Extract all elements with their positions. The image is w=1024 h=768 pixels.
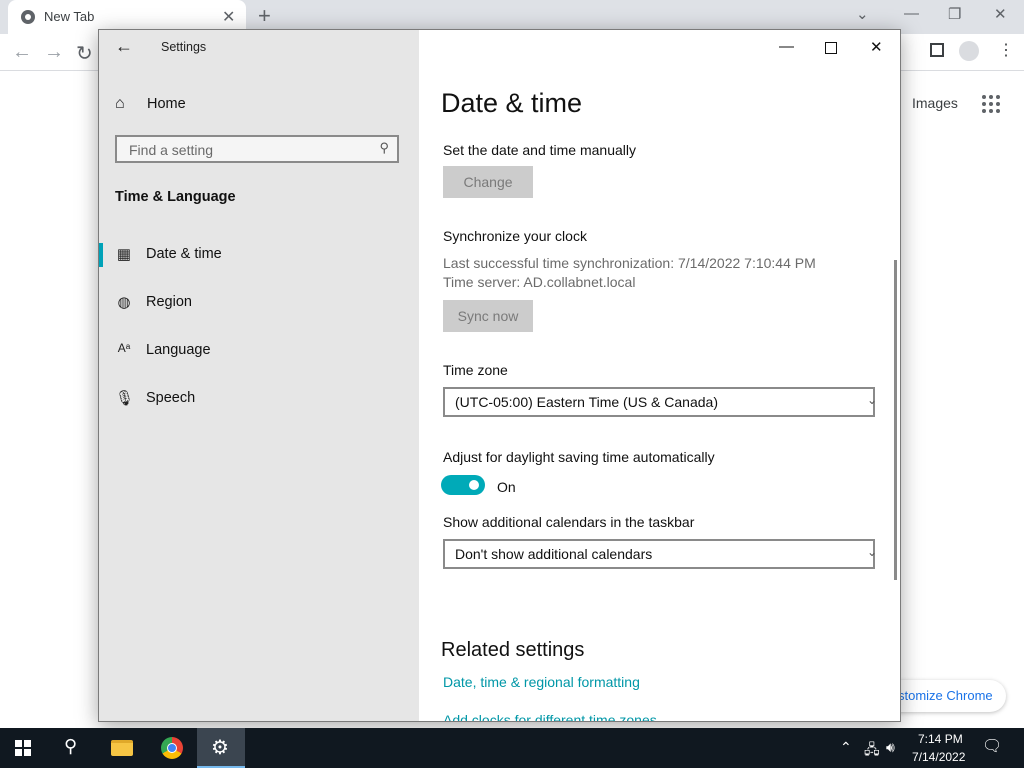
- sync-heading: Synchronize your clock: [443, 228, 587, 244]
- sidebar-item-label: Speech: [146, 390, 196, 406]
- sidebar-item-label: Language: [146, 342, 211, 358]
- settings-taskbar-button[interactable]: ⚙: [197, 728, 245, 768]
- google-apps-icon[interactable]: [982, 95, 1000, 113]
- gear-icon: ⚙: [211, 737, 229, 759]
- chrome-icon: [161, 737, 183, 759]
- scrollbar[interactable]: [894, 260, 897, 580]
- time-server-text: Time server: AD.collabnet.local: [443, 274, 636, 290]
- folder-icon: [111, 740, 133, 756]
- clock-date[interactable]: 7/14/2022: [912, 750, 965, 764]
- chrome-taskbar-button[interactable]: [148, 728, 196, 768]
- chevron-up-icon[interactable]: ⌃: [840, 739, 852, 756]
- search-icon: ⚲: [64, 736, 78, 756]
- chrome-restore-icon[interactable]: ❐: [948, 5, 961, 23]
- chrome-close-icon[interactable]: ✕: [994, 5, 1007, 23]
- sidebar-item-speech[interactable]: 🎙︎ Speech: [99, 379, 419, 419]
- forward-arrow-icon[interactable]: →: [44, 41, 64, 64]
- sidebar-item-region[interactable]: ◍ Region: [99, 283, 419, 323]
- sidebar-item-date-time[interactable]: ▦ Date & time: [99, 235, 419, 275]
- home-label: Home: [147, 96, 186, 112]
- page-title: Date & time: [441, 88, 583, 118]
- chevron-down-icon: ⌄: [866, 545, 877, 559]
- find-setting-input[interactable]: [127, 141, 371, 159]
- reload-icon[interactable]: ↻: [76, 41, 93, 66]
- chevron-down-icon: ⌄: [866, 393, 877, 407]
- back-arrow-icon[interactable]: ←: [12, 41, 32, 64]
- home-icon: ⌂: [115, 95, 125, 112]
- start-button[interactable]: [0, 728, 48, 768]
- calendars-dropdown[interactable]: Don't show additional calendars ⌄: [443, 539, 877, 569]
- taskbar-search-button[interactable]: ⚲: [48, 728, 96, 768]
- window-title: Settings: [161, 40, 207, 54]
- section-heading: Time & Language: [115, 189, 236, 205]
- last-sync-text: Last successful time synchronization: 7/…: [443, 255, 816, 271]
- calendar-clock-icon: ▦: [116, 246, 132, 263]
- chrome-tab-close-icon[interactable]: ✕: [222, 7, 235, 27]
- chrome-minimize-icon[interactable]: —: [904, 5, 919, 22]
- sidebar-item-label: Region: [146, 294, 192, 310]
- close-icon[interactable]: ✕: [870, 38, 883, 56]
- network-icon[interactable]: 🖧︎: [864, 739, 880, 763]
- settings-content: — ✕ Date & time Set the date and time ma…: [419, 30, 900, 721]
- notification-icon[interactable]: 🗨︎: [982, 736, 1002, 756]
- home-nav-item[interactable]: ⌂ Home: [115, 95, 186, 113]
- find-setting-search[interactable]: ⚲: [115, 135, 399, 163]
- dst-toggle-state: On: [497, 479, 516, 495]
- profile-avatar-icon[interactable]: [959, 41, 979, 61]
- clock-time[interactable]: 7:14 PM: [918, 732, 963, 746]
- maximize-icon[interactable]: [825, 42, 837, 54]
- sidebar-item-language[interactable]: Aᵃ Language: [99, 331, 419, 371]
- chrome-menu-icon[interactable]: ⋮: [998, 40, 1014, 60]
- settings-sidebar: ← Settings ⌂ Home ⚲ Time & Language ▦ Dat…: [99, 30, 419, 721]
- tab-search-chevron-icon[interactable]: ⌄: [856, 5, 869, 23]
- new-tab-button[interactable]: +: [258, 3, 271, 29]
- back-arrow-icon[interactable]: ←: [115, 36, 133, 57]
- sync-now-button[interactable]: Sync now: [443, 300, 533, 332]
- globe-icon: ◍: [117, 294, 131, 311]
- language-icon: Aᵃ: [117, 341, 131, 355]
- file-explorer-button[interactable]: [98, 728, 146, 768]
- minimize-icon[interactable]: —: [779, 38, 794, 55]
- chrome-tab-title: New Tab: [44, 9, 95, 24]
- dst-label: Adjust for daylight saving time automati…: [443, 449, 715, 465]
- regional-formatting-link[interactable]: Date, time & regional formatting: [443, 674, 640, 690]
- time-zone-value: (UTC-05:00) Eastern Time (US & Canada): [455, 394, 718, 410]
- time-zone-label: Time zone: [443, 362, 508, 378]
- related-settings-heading: Related settings: [441, 639, 585, 661]
- microphone-icon: 🎙︎: [115, 390, 135, 407]
- customize-chrome-label: stomize Chrome: [898, 688, 993, 703]
- side-panel-icon[interactable]: [930, 43, 944, 57]
- calendars-label: Show additional calendars in the taskbar: [443, 514, 695, 530]
- add-clocks-link[interactable]: Add clocks for different time zones: [443, 712, 657, 721]
- images-link[interactable]: Images: [912, 95, 958, 111]
- volume-icon[interactable]: 🔊︎: [886, 739, 895, 756]
- time-zone-dropdown[interactable]: (UTC-05:00) Eastern Time (US & Canada) ⌄: [443, 387, 877, 417]
- search-icon[interactable]: ⚲: [379, 140, 389, 156]
- change-button[interactable]: Change: [443, 166, 533, 198]
- calendars-value: Don't show additional calendars: [455, 546, 653, 562]
- dst-toggle[interactable]: [441, 475, 485, 495]
- sidebar-item-label: Date & time: [146, 246, 222, 262]
- chrome-favicon-icon: [21, 10, 35, 24]
- manual-time-label: Set the date and time manually: [443, 142, 637, 158]
- toggle-knob: [469, 480, 479, 490]
- settings-window: ← Settings ⌂ Home ⚲ Time & Language ▦ Dat…: [98, 29, 901, 722]
- windows-logo-icon: [15, 740, 31, 756]
